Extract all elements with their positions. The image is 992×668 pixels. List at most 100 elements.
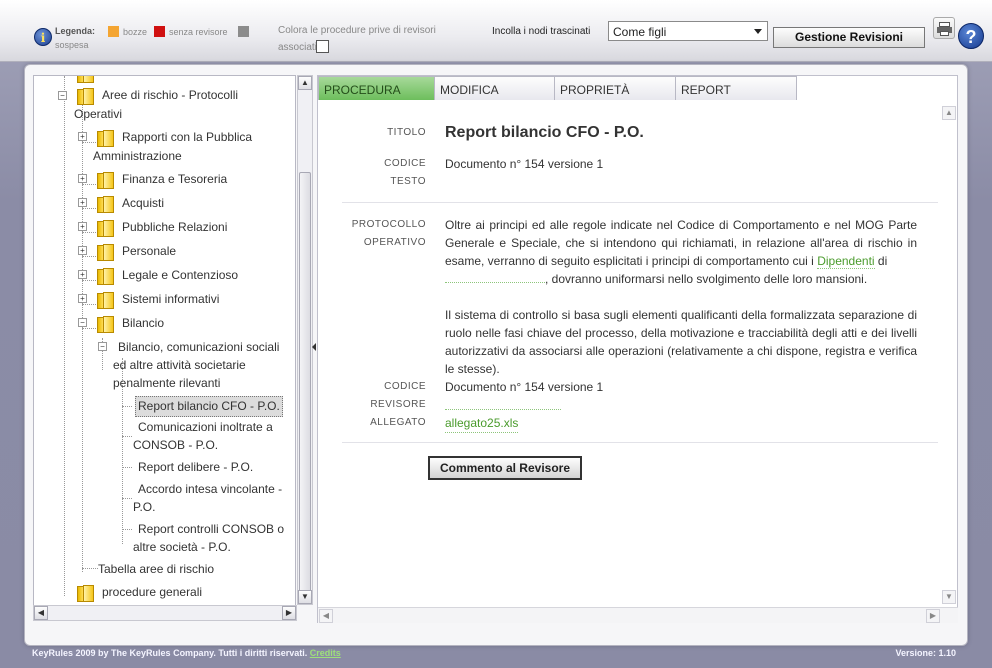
tree-node-bilancio[interactable]: Bilancio xyxy=(122,314,164,333)
tree-node-label: Sistemi informativi xyxy=(122,292,220,306)
label-line: CODICE xyxy=(384,158,426,169)
footer-copyright: KeyRules 2009 by The KeyRules Company. T… xyxy=(32,648,341,658)
codice-testo-value: Documento n° 154 versione 1 xyxy=(445,157,604,171)
tree-node-bilancio-com-cont: penalmente rilevanti xyxy=(113,374,220,393)
scroll-up-icon[interactable]: ▲ xyxy=(298,76,312,90)
dipendenti-link[interactable]: Dipendenti xyxy=(817,254,875,269)
legend-swatch-sospesa xyxy=(238,26,249,37)
label-line: REVISORE xyxy=(370,399,426,410)
tree-node-aree-rischio[interactable]: Aree di rischio - Protocolli xyxy=(102,86,238,105)
legend-swatch-bozze xyxy=(108,26,119,37)
tree-node-report-controlli[interactable]: Report controlli CONSOB o xyxy=(138,520,284,539)
expand-icon[interactable]: + xyxy=(78,246,87,255)
content-horizontal-scrollbar[interactable]: ◀ ▶ xyxy=(318,607,958,623)
app-window: i Legenda: bozze senza revisore sospesa … xyxy=(0,0,992,668)
tree-node-report-bilancio[interactable]: Report bilancio CFO - P.O. xyxy=(135,396,283,417)
legend-bozze: bozze xyxy=(123,27,148,37)
colora-checkbox[interactable] xyxy=(316,40,329,53)
tree-node-report-delibere[interactable]: Report delibere - P.O. xyxy=(138,458,253,477)
tree-node-bilancio-comunicazioni[interactable]: Bilancio, comunicazioni sociali xyxy=(118,338,279,357)
titolo-value: Report bilancio CFO - P.O. xyxy=(445,124,644,141)
tree-node-bilancio-com-cont: ed altre attività societarie xyxy=(113,356,246,375)
incolla-select[interactable]: Come figli xyxy=(608,21,768,41)
folder-icon xyxy=(96,218,116,238)
folder-icon xyxy=(96,266,116,286)
print-icon[interactable] xyxy=(933,17,955,39)
revisore-field-line xyxy=(445,398,561,410)
collapse-icon[interactable]: − xyxy=(98,342,107,351)
label-line: TESTO xyxy=(390,176,426,187)
tree-node-rapporti[interactable]: Rapporti con la Pubblica xyxy=(122,128,252,147)
tree-node-label: procedure generali xyxy=(102,585,203,599)
footer: KeyRules 2009 by The KeyRules Company. T… xyxy=(0,646,992,668)
tree-node-label: Amministrazione xyxy=(93,149,182,163)
procedure-tree: − Aree di rischio - Protocolli Operativi… xyxy=(33,75,296,609)
scroll-down-icon[interactable]: ▼ xyxy=(298,590,312,604)
scroll-right-icon[interactable]: ▶ xyxy=(282,606,296,620)
tab-report[interactable]: REPORT xyxy=(675,76,797,100)
tree-node-label: Legale e Contenzioso xyxy=(122,268,239,282)
expand-icon[interactable]: + xyxy=(78,174,87,183)
tree-node-label: Rapporti con la Pubblica xyxy=(122,130,253,144)
tab-modifica[interactable]: MODIFICA xyxy=(434,76,555,100)
tab-label: PROPRIETÀ xyxy=(560,83,630,97)
scroll-left-icon[interactable]: ◀ xyxy=(319,609,333,623)
tree-node-accordo-cont: P.O. xyxy=(133,498,155,517)
expand-icon[interactable]: + xyxy=(78,132,87,141)
legend-swatch-senza-revisore xyxy=(154,26,165,37)
tree-node-comunicazioni-cont: CONSOB - P.O. xyxy=(133,436,218,455)
protocollo-text-part: di xyxy=(874,254,888,268)
gestione-revisioni-button[interactable]: Gestione Revisioni xyxy=(773,27,925,48)
label-line: PROTOCOLLO xyxy=(351,219,426,230)
tree-horizontal-scrollbar[interactable]: ◀ ▶ xyxy=(33,605,297,621)
tree-node-acquisti[interactable]: Acquisti xyxy=(122,194,164,213)
scroll-down-icon[interactable]: ▼ xyxy=(942,590,956,604)
tree-node-label: Comunicazioni inoltrate a xyxy=(138,420,273,434)
credits-link[interactable]: Credits xyxy=(310,648,341,658)
tree-node-pubbliche-relazioni[interactable]: Pubbliche Relazioni xyxy=(122,218,227,237)
tree-node-label: altre società - P.O. xyxy=(133,540,231,554)
incolla-selected-value: Come figli xyxy=(613,25,667,39)
expand-icon[interactable]: + xyxy=(78,222,87,231)
tree-node-comunicazioni[interactable]: Comunicazioni inoltrate a xyxy=(138,418,273,437)
scroll-left-icon[interactable]: ◀ xyxy=(34,606,48,620)
tree-node-label: Pubbliche Relazioni xyxy=(122,220,228,234)
tree-node-finanza[interactable]: Finanza e Tesoreria xyxy=(122,170,227,189)
tree-node-sistemi[interactable]: Sistemi informativi xyxy=(122,290,219,309)
collapse-icon[interactable]: − xyxy=(58,91,67,100)
tree-node-procedure-generali[interactable]: procedure generali xyxy=(102,583,202,602)
commento-revisore-button[interactable]: Commento al Revisore xyxy=(428,456,582,480)
expand-icon[interactable]: + xyxy=(78,270,87,279)
scroll-thumb[interactable] xyxy=(299,172,311,596)
folder-icon xyxy=(76,86,96,106)
label-line: OPERATIVO xyxy=(363,237,426,248)
scroll-up-icon[interactable]: ▲ xyxy=(942,106,956,120)
tree-node-label: Report controlli CONSOB o xyxy=(138,522,285,536)
tab-procedura[interactable]: PROCEDURA xyxy=(318,76,435,100)
tree-node-label: ed altre attività societarie xyxy=(113,358,246,372)
tree-node-legale[interactable]: Legale e Contenzioso xyxy=(122,266,238,285)
tab-label: PROCEDURA xyxy=(324,83,401,97)
content-vertical-scrollbar[interactable]: ▲ ▼ xyxy=(942,106,958,606)
collapse-left-icon[interactable] xyxy=(312,343,316,351)
expand-icon[interactable]: + xyxy=(78,198,87,207)
help-icon[interactable]: ? xyxy=(958,23,984,49)
allegato-label: ALLEGATO xyxy=(370,417,426,428)
info-icon[interactable]: i xyxy=(34,28,52,46)
folder-icon xyxy=(96,290,116,310)
folder-icon xyxy=(96,170,116,190)
scroll-right-icon[interactable]: ▶ xyxy=(926,609,940,623)
folder-icon xyxy=(76,76,96,84)
folder-icon xyxy=(96,242,116,262)
tab-proprieta[interactable]: PROPRIETÀ xyxy=(554,76,676,100)
collapse-icon[interactable]: − xyxy=(78,318,87,327)
tree-node-tabella-aree[interactable]: Tabella aree di rischio xyxy=(98,560,214,579)
protocollo-label: PROTOCOLLO OPERATIVO xyxy=(338,216,426,252)
label-line: CODICE xyxy=(384,381,426,392)
tree-node-accordo[interactable]: Accordo intesa vincolante - xyxy=(138,480,282,499)
chevron-down-icon xyxy=(754,29,762,34)
allegato-link[interactable]: allegato25.xls xyxy=(445,414,519,433)
legend-title: Legenda: xyxy=(55,26,96,36)
expand-icon[interactable]: + xyxy=(78,294,87,303)
tree-node-personale[interactable]: Personale xyxy=(122,242,176,261)
